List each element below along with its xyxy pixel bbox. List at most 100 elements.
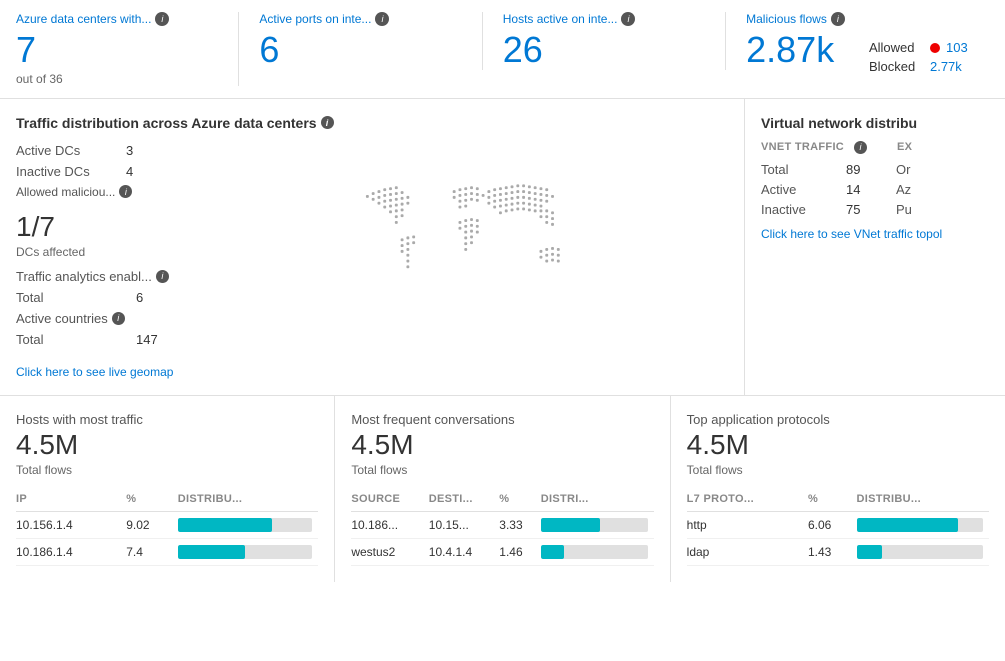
azure-dc-label[interactable]: Azure data centers with... i	[16, 12, 218, 26]
vnet-row-inactive: Inactive 75 Pu	[761, 202, 989, 217]
traffic-info-icon[interactable]: i	[321, 116, 334, 129]
analytics-countries-row: Active countries i	[16, 311, 216, 326]
protocols-block: Top application protocols 4.5M Total flo…	[671, 396, 1005, 582]
host-ip-2: 10.186.1.4	[16, 538, 126, 565]
protocols-table-container: L7 PROTO... % DISTRIBU... http 6.06 l	[687, 489, 989, 566]
protocols-sub: Total flows	[687, 463, 989, 477]
hosts-title: Hosts with most traffic	[16, 412, 318, 427]
table-row: 10.156.1.4 9.02	[16, 511, 318, 538]
hosts-col-ip: IP	[16, 489, 126, 512]
conv-src-1: 10.186...	[351, 511, 428, 538]
malicious-main: Malicious flows i 2.87k	[746, 12, 869, 70]
host-pct-2: 7.4	[126, 538, 178, 565]
proto-pct-1: 6.06	[808, 511, 857, 538]
conv-col-dist: DISTRI...	[541, 489, 654, 512]
hosts-active-metric: Hosts active on inte... i 26	[503, 12, 726, 70]
conversations-table-header: SOURCE DESTI... % DISTRI...	[351, 489, 653, 512]
vnet-active-label: Active	[761, 182, 826, 197]
hosts-value: 4.5M	[16, 429, 318, 461]
hosts-active-label[interactable]: Hosts active on inte... i	[503, 12, 705, 26]
vnet-header-row: VNet traffic i Ex	[761, 141, 989, 154]
hosts-table: IP % DISTRIBU... 10.156.1.4 9.02 10.1	[16, 489, 318, 566]
table-row: 10.186.1.4 7.4	[16, 538, 318, 565]
conversations-value: 4.5M	[351, 429, 653, 461]
world-map-area	[216, 143, 728, 353]
vnet-inactive-right: Pu	[896, 202, 912, 217]
traffic-content: Active DCs 3 Inactive DCs 4 Allowed mali…	[16, 143, 728, 353]
hosts-block: Hosts with most traffic 4.5M Total flows…	[0, 396, 335, 582]
allowed-label: Allowed	[869, 40, 924, 55]
azure-dc-info-icon[interactable]: i	[155, 12, 169, 26]
analytics-countries-total-row: Total 147	[16, 332, 216, 347]
protocols-table-header: L7 PROTO... % DISTRIBU...	[687, 489, 989, 512]
proto-pct-2: 1.43	[808, 538, 857, 565]
vnet-header-col2: Ex	[897, 141, 912, 153]
analytics-total-row: Total 6	[16, 290, 216, 305]
middle-section: Traffic distribution across Azure data c…	[0, 99, 1005, 396]
allowed-malicious-info-icon[interactable]: i	[119, 185, 132, 198]
azure-dc-sub: out of 36	[16, 72, 218, 86]
proto-col-dist: DISTRIBU...	[857, 489, 989, 512]
host-pct-1: 9.02	[126, 511, 178, 538]
azure-dc-value: 7	[16, 30, 218, 70]
allowed-dot	[930, 43, 940, 53]
hosts-table-header: IP % DISTRIBU...	[16, 489, 318, 512]
proto-bar-1	[857, 511, 989, 538]
conv-dst-2: 10.4.1.4	[429, 538, 500, 565]
table-row: ldap 1.43	[687, 538, 989, 565]
vnet-header-info[interactable]: i	[854, 141, 867, 154]
conversations-table-container: SOURCE DESTI... % DISTRI... 10.186... 10…	[351, 489, 653, 566]
conversations-title: Most frequent conversations	[351, 412, 653, 427]
analytics-countries-total-value: 147	[136, 332, 158, 347]
proto-col-name: L7 PROTO...	[687, 489, 808, 512]
active-dc-stat-label: Active DCs	[16, 143, 126, 158]
analytics-countries-total-label: Total	[16, 332, 136, 347]
active-ports-value: 6	[259, 30, 461, 70]
hosts-sub: Total flows	[16, 463, 318, 477]
vnet-active-right: Az	[896, 182, 911, 197]
table-row: 10.186... 10.15... 3.33	[351, 511, 653, 538]
countries-info-icon[interactable]: i	[112, 312, 125, 325]
analytics-countries-label: Active countries i	[16, 311, 136, 326]
vnet-title: Virtual network distribu	[761, 115, 989, 131]
conv-dst-1: 10.15...	[429, 511, 500, 538]
proto-col-pct: %	[808, 489, 857, 512]
table-row: westus2 10.4.1.4 1.46	[351, 538, 653, 565]
host-bar-1	[178, 511, 319, 538]
fraction-value: 1/7	[16, 211, 216, 243]
malicious-flows-label[interactable]: Malicious flows i	[746, 12, 869, 26]
bottom-sections: Hosts with most traffic 4.5M Total flows…	[0, 396, 1005, 582]
allowed-malicious-label: Allowed maliciou...	[16, 185, 115, 199]
active-ports-label[interactable]: Active ports on inte... i	[259, 12, 461, 26]
malicious-info-icon[interactable]: i	[831, 12, 845, 26]
protocols-value: 4.5M	[687, 429, 989, 461]
hosts-col-dist: DISTRIBU...	[178, 489, 319, 512]
vnet-link[interactable]: Click here to see VNet traffic topol	[761, 227, 989, 241]
geomap-link[interactable]: Click here to see live geomap	[16, 365, 728, 379]
analytics-total-label: Total	[16, 290, 136, 305]
allowed-row: Allowed 103	[869, 40, 989, 55]
hosts-col-pct: %	[126, 489, 178, 512]
inactive-dc-stat-label: Inactive DCs	[16, 164, 126, 179]
blocked-label: Blocked	[869, 59, 924, 74]
traffic-section: Traffic distribution across Azure data c…	[0, 99, 745, 395]
vnet-inactive-val: 75	[846, 202, 876, 217]
active-ports-info-icon[interactable]: i	[375, 12, 389, 26]
vnet-total-right: Or	[896, 162, 910, 177]
blocked-row: Blocked 2.77k	[869, 59, 989, 74]
analytics-title-label: Traffic analytics enabl... i	[16, 269, 169, 284]
conv-bar-2	[541, 538, 654, 565]
traffic-title: Traffic distribution across Azure data c…	[16, 115, 728, 131]
conv-col-pct: %	[499, 489, 540, 512]
conv-pct-2: 1.46	[499, 538, 540, 565]
conversations-sub: Total flows	[351, 463, 653, 477]
analytics-info-icon[interactable]: i	[156, 270, 169, 283]
hosts-active-info-icon[interactable]: i	[621, 12, 635, 26]
conv-col-dest: DESTI...	[429, 489, 500, 512]
protocols-title: Top application protocols	[687, 412, 989, 427]
inactive-dc-row: Inactive DCs 4	[16, 164, 216, 179]
vnet-row-total: Total 89 Or	[761, 162, 989, 177]
active-ports-metric: Active ports on inte... i 6	[259, 12, 482, 70]
world-map-svg	[337, 168, 607, 328]
vnet-row-active: Active 14 Az	[761, 182, 989, 197]
